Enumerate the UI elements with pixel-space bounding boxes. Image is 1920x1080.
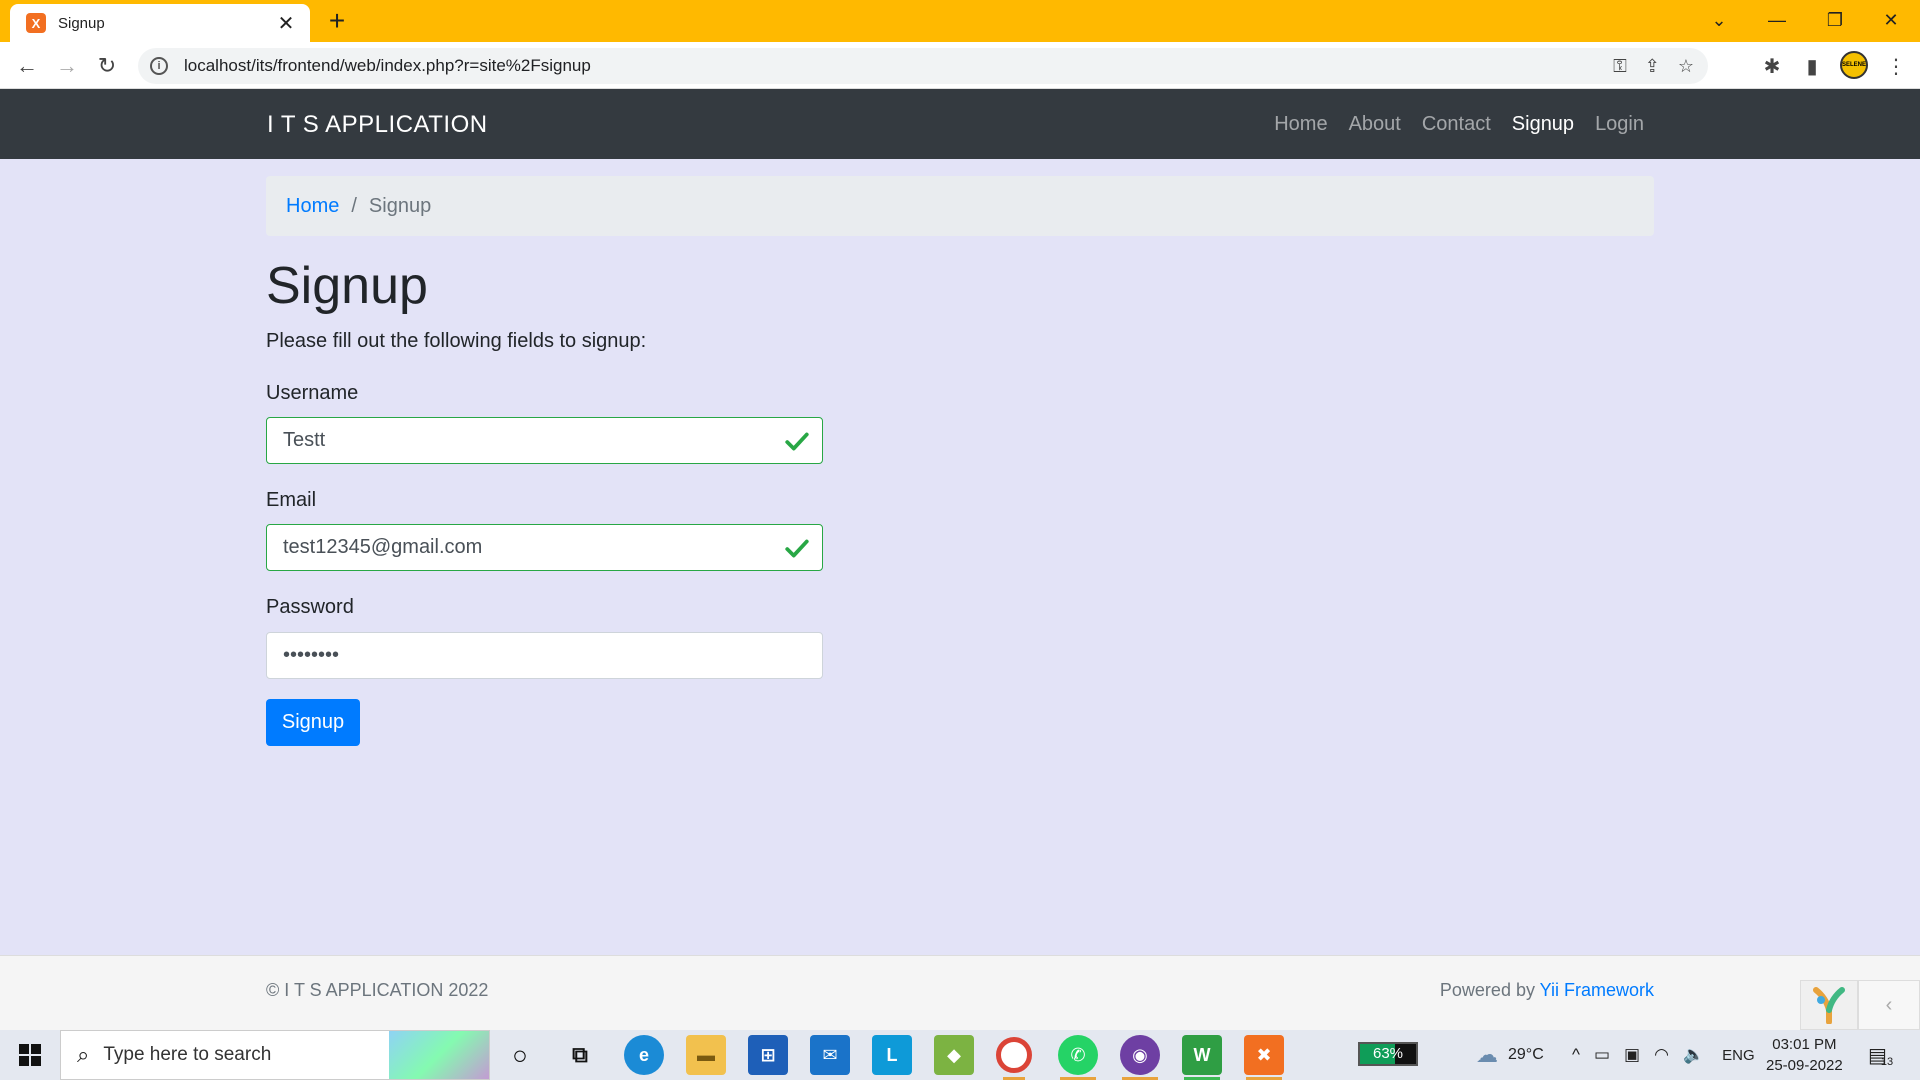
nav-contact[interactable]: Contact xyxy=(1422,113,1491,136)
volume-icon[interactable]: 🔈 xyxy=(1683,1045,1704,1065)
tab-close-icon[interactable]: ✕ xyxy=(274,11,298,36)
username-input[interactable]: Testt xyxy=(266,417,823,464)
notification-center-icon[interactable]: ▤ 13 xyxy=(1868,1030,1893,1080)
profile-avatar[interactable]: SELENE xyxy=(1840,51,1868,79)
chrome-icon[interactable] xyxy=(996,1037,1032,1080)
store-icon[interactable]: ⊞ xyxy=(748,1035,788,1075)
meet-now-icon[interactable]: ▣ xyxy=(1624,1045,1640,1065)
task-view-icon[interactable]: ⧉ xyxy=(560,1035,600,1075)
clock-time: 03:01 PM xyxy=(1772,1036,1837,1053)
minimize-button[interactable]: — xyxy=(1748,0,1806,40)
new-tab-button[interactable]: + xyxy=(322,6,352,36)
forward-icon[interactable]: → xyxy=(51,50,83,82)
password-label: Password xyxy=(266,596,354,618)
share-icon[interactable]: ⇪ xyxy=(1645,56,1660,77)
powered-prefix: Powered by xyxy=(1439,980,1540,1000)
weather-temp: 29°C xyxy=(1508,1046,1544,1063)
windows-taskbar: ⌕ Type here to search ○ ⧉ e ▬ ⊞ ✉ L ◆ ✆ … xyxy=(0,1030,1920,1080)
search-placeholder: Type here to search xyxy=(103,1044,272,1065)
weather-widget[interactable]: ☁ 29°C xyxy=(1476,1030,1544,1080)
breadcrumb-separator: / xyxy=(351,194,357,217)
whatsapp-icon[interactable]: ✆ xyxy=(1058,1035,1098,1080)
debug-toolbar-toggle-icon[interactable]: ‹ xyxy=(1858,980,1920,1030)
site-info-icon[interactable]: i xyxy=(150,57,168,75)
battery-icon[interactable]: ▭ xyxy=(1594,1045,1610,1065)
battery-percent: 63% xyxy=(1372,1045,1404,1062)
edge-icon[interactable]: e xyxy=(624,1035,664,1075)
taskbar-clock[interactable]: 03:01 PM 25-09-2022 xyxy=(1766,1034,1843,1076)
wifi-icon[interactable]: ◠ xyxy=(1654,1045,1669,1065)
bookmark-star-icon[interactable]: ☆ xyxy=(1678,56,1694,77)
side-panel-icon[interactable]: ▮ xyxy=(1798,52,1826,80)
search-highlight-image xyxy=(389,1031,489,1079)
xampp-favicon-icon: X xyxy=(26,13,46,33)
address-bar[interactable]: i localhost/its/frontend/web/index.php?r… xyxy=(138,48,1708,84)
username-label: Username xyxy=(266,382,359,404)
url-text[interactable]: localhost/its/frontend/web/index.php?r=s… xyxy=(184,56,591,76)
breadcrumb-current: Signup xyxy=(368,194,432,217)
word-app-icon[interactable]: W xyxy=(1182,1035,1222,1080)
password-key-icon[interactable]: ⚿ xyxy=(1613,56,1627,77)
yii-framework-link[interactable]: Yii Framework xyxy=(1540,980,1654,1000)
mail-icon[interactable]: ✉ xyxy=(810,1035,850,1075)
system-tray: ^ ▭ ▣ ◠ 🔈 ENG xyxy=(1572,1030,1755,1080)
notification-count: 13 xyxy=(1880,1056,1894,1068)
clock-date: 25-09-2022 xyxy=(1766,1057,1843,1074)
browser-toolbar: ← → ↻ i localhost/its/frontend/web/index… xyxy=(0,42,1920,89)
menu-kebab-icon[interactable]: ⋮ xyxy=(1882,52,1910,80)
page-title: Signup xyxy=(266,257,428,315)
nav-signup[interactable]: Signup xyxy=(1512,113,1574,136)
email-label: Email xyxy=(266,489,317,511)
tab-search-icon[interactable]: ⌄ xyxy=(1690,0,1748,40)
nav-login[interactable]: Login xyxy=(1595,113,1644,136)
search-icon: ⌕ xyxy=(77,1042,90,1067)
email-input[interactable]: test12345@gmail.com xyxy=(266,524,823,571)
chevron-up-icon[interactable]: ^ xyxy=(1572,1045,1580,1065)
language-indicator[interactable]: ENG xyxy=(1722,1047,1755,1064)
footer-powered: Powered by Yii Framework xyxy=(1440,980,1654,1001)
close-window-button[interactable]: ✕ xyxy=(1862,0,1920,40)
file-explorer-icon[interactable]: ▬ xyxy=(686,1035,726,1075)
password-input[interactable]: •••••••• xyxy=(266,632,823,679)
cortana-icon[interactable]: ○ xyxy=(500,1035,540,1075)
breadcrumb: Home / Signup xyxy=(266,176,1654,236)
browser-tab[interactable]: X Signup ✕ xyxy=(10,4,310,42)
restore-button[interactable]: ❐ xyxy=(1806,0,1864,40)
back-icon[interactable]: ← xyxy=(11,50,43,82)
xampp-icon[interactable]: ✖ xyxy=(1244,1035,1284,1080)
bluestacks-icon[interactable]: ◆ xyxy=(934,1035,974,1075)
yii-debug-logo-icon[interactable] xyxy=(1800,980,1858,1030)
breadcrumb-home[interactable]: Home xyxy=(286,195,339,218)
cloud-icon: ☁ xyxy=(1476,1042,1498,1067)
site-navbar: I T S APPLICATION Home About Contact Sig… xyxy=(0,89,1920,159)
email-value: test12345@gmail.com xyxy=(283,536,483,558)
nav-home[interactable]: Home xyxy=(1274,113,1327,136)
username-value: Testt xyxy=(283,429,326,451)
signup-button[interactable]: Signup xyxy=(266,699,360,746)
valid-check-icon xyxy=(785,432,809,451)
extensions-icon[interactable]: ✱ xyxy=(1758,52,1786,80)
footer-copyright: © I T S APPLICATION 2022 xyxy=(266,980,489,1000)
nav-links: Home About Contact Signup Login xyxy=(1274,113,1644,136)
taskbar-search-input[interactable]: ⌕ Type here to search xyxy=(60,1030,490,1080)
windows-start-icon[interactable] xyxy=(0,1030,60,1080)
site-footer: © I T S APPLICATION 2022 Powered by Yii … xyxy=(0,955,1920,1030)
password-value: •••••••• xyxy=(283,644,340,666)
site-brand[interactable]: I T S APPLICATION xyxy=(267,111,488,139)
nav-about[interactable]: About xyxy=(1349,113,1401,136)
reload-icon[interactable]: ↻ xyxy=(91,50,123,82)
tab-title: Signup xyxy=(58,14,105,32)
page-intro: Please fill out the following fields to … xyxy=(266,330,647,352)
valid-check-icon xyxy=(785,539,809,558)
browser-tab-strip: X Signup ✕ + ⌄ — ❐ ✕ xyxy=(0,0,1920,42)
l-app-icon[interactable]: L xyxy=(872,1035,912,1075)
battery-indicator[interactable]: 63% xyxy=(1358,1042,1418,1066)
github-icon[interactable]: ◉ xyxy=(1120,1035,1160,1080)
